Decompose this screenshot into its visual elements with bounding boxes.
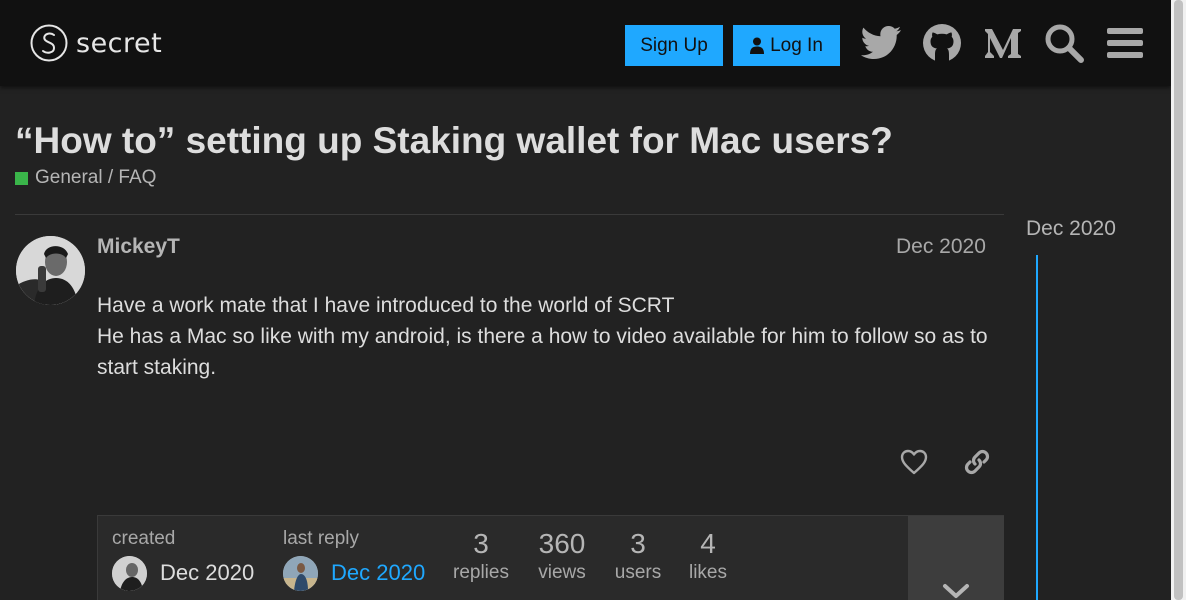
stat-users: 3 users xyxy=(606,528,670,584)
stat-number: 4 xyxy=(700,528,716,559)
share-link-button[interactable] xyxy=(961,446,993,478)
timeline-date[interactable]: Dec 2020 xyxy=(1026,217,1116,241)
stat-number: 3 xyxy=(473,528,489,559)
stat-replies: 3 replies xyxy=(446,528,516,584)
github-icon[interactable] xyxy=(921,22,963,64)
stat-number: 360 xyxy=(538,528,586,559)
stat-number: 3 xyxy=(630,528,646,559)
hamburger-menu-icon[interactable] xyxy=(1104,22,1146,64)
created-date[interactable]: Dec 2020 xyxy=(160,560,254,586)
avatar[interactable] xyxy=(16,236,85,305)
like-button[interactable] xyxy=(898,446,930,478)
post-username[interactable]: MickeyT xyxy=(97,235,180,259)
category-badge[interactable]: General / FAQ xyxy=(15,167,156,189)
chevron-down-icon xyxy=(943,584,969,598)
sign-up-button[interactable]: Sign Up xyxy=(625,25,723,66)
site-header: secret Sign Up Log In xyxy=(0,0,1171,86)
stat-label: replies xyxy=(453,562,509,583)
stat-likes: 4 likes xyxy=(678,528,738,584)
stat-label: users xyxy=(614,562,662,583)
stat-label: views xyxy=(538,562,586,583)
search-icon[interactable] xyxy=(1043,22,1085,64)
link-icon xyxy=(964,449,990,475)
log-in-button[interactable]: Log In xyxy=(733,25,840,66)
timeline-scroller[interactable] xyxy=(1036,255,1038,600)
last-reply-label: last reply xyxy=(283,528,360,549)
stat-views: 360 views xyxy=(524,528,600,584)
site-logo[interactable]: secret xyxy=(30,24,162,62)
stat-label: likes xyxy=(688,562,727,583)
secret-logo-icon xyxy=(30,24,68,62)
avatar[interactable] xyxy=(283,556,318,591)
topic-map: created Dec 2020 last reply Dec 2020 3 r… xyxy=(97,515,1004,600)
post-paragraph: He has a Mac so like with my android, is… xyxy=(97,325,988,379)
topic-title[interactable]: “How to” setting up Staking wallet for M… xyxy=(15,120,893,162)
expand-topic-map-button[interactable] xyxy=(908,516,1004,600)
title-divider xyxy=(15,214,1004,215)
avatar[interactable] xyxy=(112,556,147,591)
last-reply-date[interactable]: Dec 2020 xyxy=(331,560,425,586)
heart-icon xyxy=(900,449,928,475)
category-color-swatch xyxy=(15,171,28,185)
log-in-label: Log In xyxy=(770,34,823,56)
page-scrollbar[interactable] xyxy=(1171,0,1186,600)
twitter-icon[interactable] xyxy=(860,22,902,64)
scrollbar-thumb[interactable] xyxy=(1174,0,1183,600)
post-date[interactable]: Dec 2020 xyxy=(896,235,986,259)
user-icon xyxy=(750,37,765,54)
post-paragraph: Have a work mate that I have introduced … xyxy=(97,294,675,317)
post-body: Have a work mate that I have introduced … xyxy=(97,290,992,383)
medium-icon[interactable] xyxy=(982,22,1024,64)
category-name: General / FAQ xyxy=(35,167,157,188)
logo-text: secret xyxy=(76,27,163,59)
created-label: created xyxy=(112,528,176,549)
